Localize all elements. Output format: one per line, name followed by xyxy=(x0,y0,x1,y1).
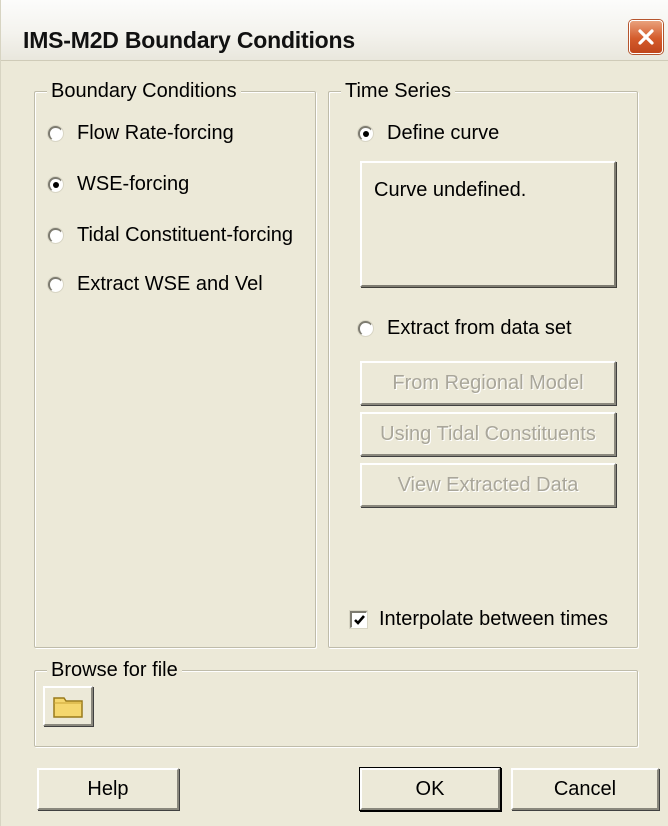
radio-button[interactable] xyxy=(358,126,373,141)
interpolate-label: Interpolate between times xyxy=(379,608,609,630)
browse-for-file-group-title: Browse for file xyxy=(47,658,182,682)
using-tidal-constituents-button[interactable]: Using Tidal Constituents xyxy=(360,412,616,456)
radio-button[interactable] xyxy=(48,177,63,192)
radio-label: Tidal Constituent-forcing xyxy=(77,224,294,246)
interpolate-checkbox[interactable] xyxy=(350,611,367,628)
checkmark-icon xyxy=(354,615,365,625)
radio-button[interactable] xyxy=(358,321,373,336)
close-button[interactable] xyxy=(629,20,663,54)
ok-button[interactable]: OK xyxy=(360,768,500,810)
radio-label: WSE-forcing xyxy=(77,173,190,195)
time-series-group-title: Time Series xyxy=(341,79,455,103)
radio-button[interactable] xyxy=(48,277,63,292)
boundary-conditions-group-title: Boundary Conditions xyxy=(47,79,241,103)
interpolate-between-times-checkbox-row[interactable]: Interpolate between times xyxy=(350,608,608,631)
radio-define-curve[interactable]: Define curve xyxy=(358,122,499,145)
radio-button[interactable] xyxy=(48,228,63,243)
close-icon xyxy=(638,29,654,45)
window-title: IMS-M2D Boundary Conditions xyxy=(23,27,355,53)
from-regional-model-button[interactable]: From Regional Model xyxy=(360,361,616,405)
radio-wse-forcing[interactable]: WSE-forcing xyxy=(48,173,189,196)
radio-label: Extract WSE and Vel xyxy=(77,273,263,295)
radio-label: Extract from data set xyxy=(387,317,572,339)
radio-label: Define curve xyxy=(387,122,500,144)
cancel-button[interactable]: Cancel xyxy=(511,768,659,810)
folder-icon xyxy=(53,697,83,718)
view-extracted-data-button[interactable]: View Extracted Data xyxy=(360,463,616,507)
browse-for-file-group: Browse for file xyxy=(34,658,638,747)
radio-tidal-constituent-forcing[interactable]: Tidal Constituent-forcing xyxy=(48,224,293,247)
radio-button[interactable] xyxy=(48,126,63,141)
boundary-conditions-dialog: IMS-M2D Boundary Conditions Boundary Con… xyxy=(0,0,668,826)
radio-flow-rate-forcing[interactable]: Flow Rate-forcing xyxy=(48,122,234,145)
radio-extract-from-data-set[interactable]: Extract from data set xyxy=(358,317,572,340)
radio-label: Flow Rate-forcing xyxy=(77,122,234,144)
help-button[interactable]: Help xyxy=(37,768,179,810)
curve-status-text: Curve undefined. xyxy=(374,179,527,201)
title-bar: IMS-M2D Boundary Conditions xyxy=(1,0,668,61)
radio-extract-wse-and-vel[interactable]: Extract WSE and Vel xyxy=(48,273,263,296)
define-curve-button[interactable]: Curve undefined. xyxy=(360,161,616,287)
browse-folder-button[interactable] xyxy=(43,686,93,726)
